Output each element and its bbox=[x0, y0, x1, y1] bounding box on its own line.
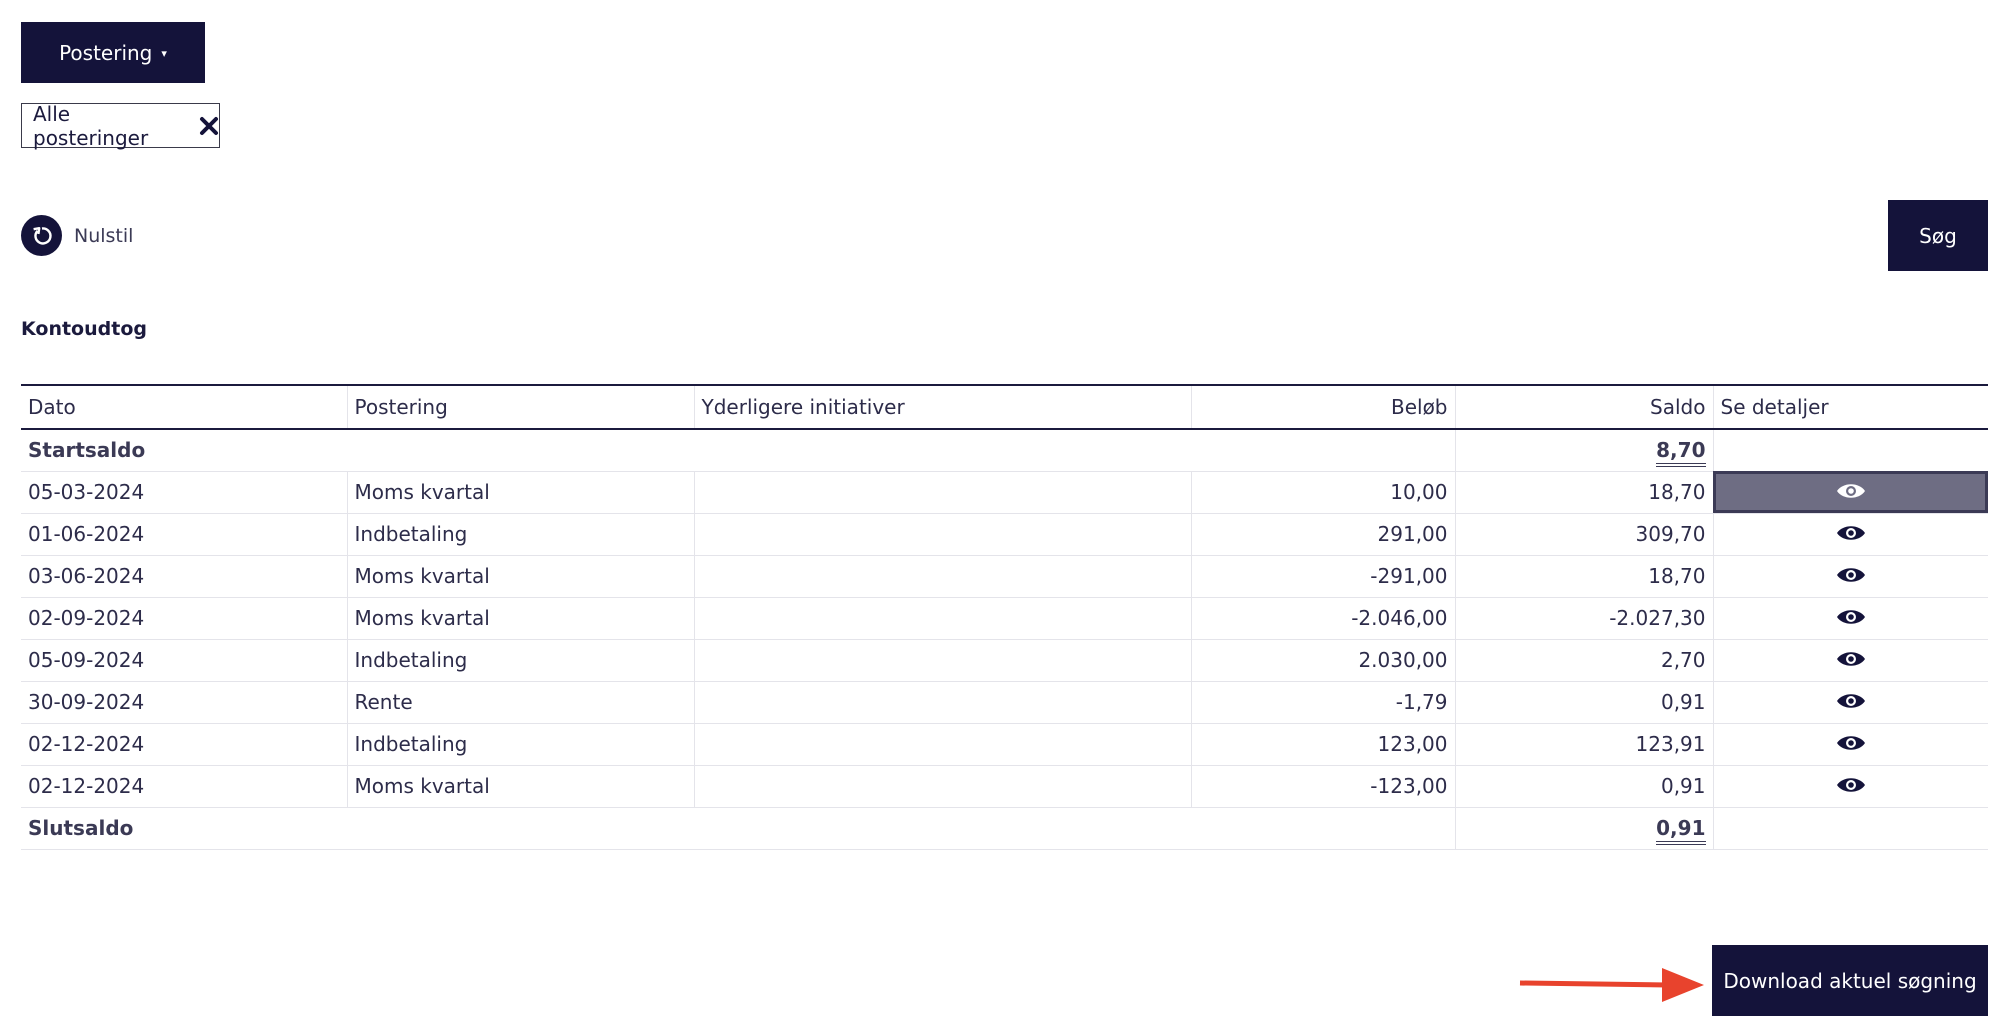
cell-belob: -123,00 bbox=[1190, 765, 1455, 808]
eye-icon[interactable] bbox=[1834, 773, 1868, 797]
cell-postering: Indbetaling bbox=[346, 513, 694, 556]
arrow-right-icon bbox=[1519, 968, 1704, 1002]
cell-postering: Moms kvartal bbox=[346, 471, 694, 514]
cell-se-detaljer bbox=[1712, 639, 1988, 682]
table-row: 05-09-2024 Indbetaling 2.030,00 2,70 bbox=[21, 639, 1988, 682]
postering-dropdown[interactable]: Postering ▾ bbox=[21, 22, 205, 83]
cell-yderligere bbox=[693, 723, 1191, 766]
download-button[interactable]: Download aktuel søgning bbox=[1712, 945, 1988, 1016]
table-row: 02-12-2024 Moms kvartal -123,00 0,91 bbox=[21, 765, 1988, 808]
cell-dato: 03-06-2024 bbox=[21, 555, 347, 598]
table-row: 30-09-2024 Rente -1,79 0,91 bbox=[21, 681, 1988, 724]
cell-postering: Moms kvartal bbox=[346, 765, 694, 808]
chevron-down-icon: ▾ bbox=[161, 47, 167, 60]
cell-dato: 02-12-2024 bbox=[21, 723, 347, 766]
cell-yderligere bbox=[693, 513, 1191, 556]
cell-se-detaljer bbox=[1712, 513, 1988, 556]
cell-dato: 05-09-2024 bbox=[21, 639, 347, 682]
cell-postering: Moms kvartal bbox=[346, 555, 694, 598]
eye-icon[interactable] bbox=[1834, 479, 1868, 503]
col-se-detaljer: Se detaljer bbox=[1712, 385, 1988, 429]
table-row: 02-12-2024 Indbetaling 123,00 123,91 bbox=[21, 723, 1988, 766]
table-row: 01-06-2024 Indbetaling 291,00 309,70 bbox=[21, 513, 1988, 556]
cell-belob: -2.046,00 bbox=[1190, 597, 1455, 640]
cell-belob: 291,00 bbox=[1190, 513, 1455, 556]
cell-belob: -291,00 bbox=[1190, 555, 1455, 598]
cell-belob: -1,79 bbox=[1190, 681, 1455, 724]
reset-icon bbox=[21, 215, 62, 256]
cell-yderligere bbox=[693, 639, 1191, 682]
cell-postering: Moms kvartal bbox=[346, 597, 694, 640]
cell-saldo: 0,91 bbox=[1454, 765, 1713, 808]
cell-belob: 10,00 bbox=[1190, 471, 1455, 514]
cell-postering: Indbetaling bbox=[346, 723, 694, 766]
cell-dato: 02-09-2024 bbox=[21, 597, 347, 640]
end-balance-label: Slutsaldo bbox=[21, 807, 1455, 850]
cell-saldo: 0,91 bbox=[1454, 681, 1713, 724]
cell-yderligere bbox=[693, 555, 1191, 598]
cell-dato: 01-06-2024 bbox=[21, 513, 347, 556]
cell-belob: 123,00 bbox=[1190, 723, 1455, 766]
cell-yderligere bbox=[693, 597, 1191, 640]
table-row: 02-09-2024 Moms kvartal -2.046,00 -2.027,30 bbox=[21, 597, 1988, 640]
cell-se-detaljer bbox=[1712, 765, 1988, 808]
eye-icon[interactable] bbox=[1834, 605, 1868, 629]
eye-icon[interactable] bbox=[1834, 731, 1868, 755]
cell-dato: 02-12-2024 bbox=[21, 765, 347, 808]
cell-postering: Rente bbox=[346, 681, 694, 724]
cell-dato: 30-09-2024 bbox=[21, 681, 347, 724]
cell-se-detaljer bbox=[1712, 471, 1988, 514]
col-saldo: Saldo bbox=[1454, 385, 1713, 429]
cell-saldo: 2,70 bbox=[1454, 639, 1713, 682]
cell-se-detaljer bbox=[1712, 681, 1988, 724]
cell-yderligere bbox=[693, 765, 1191, 808]
eye-icon[interactable] bbox=[1834, 647, 1868, 671]
end-balance-row: Slutsaldo 0,91 bbox=[21, 807, 1988, 850]
col-dato: Dato bbox=[28, 395, 76, 419]
cell-yderligere bbox=[693, 471, 1191, 514]
filter-chip-label: Alle posteringer bbox=[33, 101, 149, 150]
cell-saldo: 123,91 bbox=[1454, 723, 1713, 766]
cell-se-detaljer bbox=[1712, 597, 1988, 640]
cell-se-detaljer bbox=[1712, 723, 1988, 766]
ledger-table: Dato Postering Yderligere initiativer Be… bbox=[21, 384, 1988, 850]
start-balance-value: 8,70 bbox=[1656, 438, 1706, 468]
filter-chip: Alle posteringer bbox=[21, 101, 220, 150]
cell-saldo: 18,70 bbox=[1454, 471, 1713, 514]
section-title: Kontoudtog bbox=[21, 318, 147, 340]
table-row: 03-06-2024 Moms kvartal -291,00 18,70 bbox=[21, 555, 1988, 598]
cell-postering: Indbetaling bbox=[346, 639, 694, 682]
cell-saldo: 309,70 bbox=[1454, 513, 1713, 556]
start-balance-row: Startsaldo 8,70 bbox=[21, 429, 1988, 472]
dropdown-label: Postering bbox=[59, 40, 153, 65]
col-yderligere: Yderligere initiativer bbox=[693, 385, 1191, 429]
close-icon[interactable] bbox=[199, 116, 219, 136]
cell-se-detaljer bbox=[1712, 555, 1988, 598]
cell-saldo: -2.027,30 bbox=[1454, 597, 1713, 640]
eye-icon[interactable] bbox=[1834, 563, 1868, 587]
start-balance-label: Startsaldo bbox=[21, 429, 1455, 472]
eye-icon[interactable] bbox=[1834, 689, 1868, 713]
table-row: 05-03-2024 Moms kvartal 10,00 18,70 bbox=[21, 471, 1988, 514]
reset-button[interactable]: Nulstil bbox=[21, 215, 133, 256]
eye-icon[interactable] bbox=[1834, 521, 1868, 545]
cell-yderligere bbox=[693, 681, 1191, 724]
end-balance-value: 0,91 bbox=[1656, 816, 1706, 845]
cell-belob: 2.030,00 bbox=[1190, 639, 1455, 682]
table-header-row: Dato Postering Yderligere initiativer Be… bbox=[21, 385, 1988, 429]
col-belob: Beløb bbox=[1190, 385, 1455, 429]
reset-label: Nulstil bbox=[74, 224, 134, 247]
col-postering: Postering bbox=[346, 385, 694, 429]
cell-saldo: 18,70 bbox=[1454, 555, 1713, 598]
search-button[interactable]: Søg bbox=[1888, 200, 1988, 271]
cell-dato: 05-03-2024 bbox=[21, 471, 347, 514]
